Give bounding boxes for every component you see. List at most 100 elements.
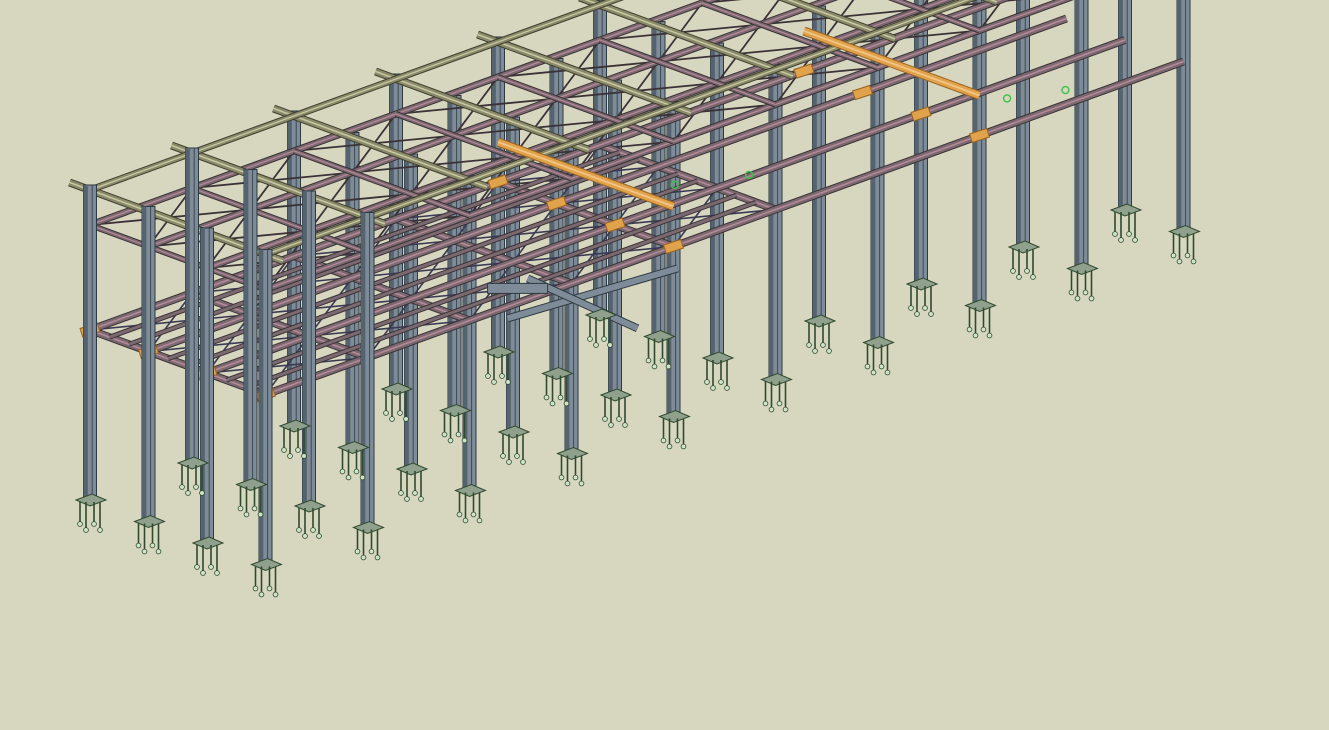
base-plate-anchor-nut	[185, 490, 191, 496]
base-plate-anchor-nut	[578, 480, 585, 487]
base-plate-anchor-nut	[237, 505, 244, 512]
base-plate-anchor-nut	[194, 564, 200, 570]
base-plate-anchor-nut	[1184, 252, 1191, 259]
base-plate-anchor-nut	[870, 369, 877, 376]
base-plate-anchor-nut	[266, 585, 273, 592]
base-plate-anchor-nut	[806, 342, 812, 348]
base-plate-anchor-nut	[718, 379, 724, 385]
steel-column	[243, 169, 258, 485]
base-plate	[964, 298, 997, 339]
base-plate-anchor-nut	[149, 542, 156, 549]
base-plate	[191, 536, 225, 576]
base-plate-anchor-nut	[441, 431, 448, 438]
base-plate-anchor-nut	[1030, 274, 1036, 280]
base-plate-anchor-nut	[251, 505, 258, 512]
base-plate-anchor-nut	[1016, 274, 1022, 280]
base-plate-anchor-nut	[607, 342, 613, 348]
steel-column	[83, 184, 97, 501]
bolt-marker	[1002, 94, 1012, 103]
base-plate-anchor-nut	[1068, 289, 1075, 296]
steel-column-flange-shade	[142, 206, 147, 522]
base-plate-anchor-nut	[680, 443, 687, 450]
base-plate-anchor-nut	[368, 548, 375, 555]
bolt-marker	[1061, 85, 1070, 95]
base-plate	[1007, 240, 1041, 280]
base-plate-anchor-nut	[601, 336, 607, 342]
base-plate-anchor-nut	[398, 490, 404, 496]
steel-column	[1074, 0, 1089, 269]
base-plate	[599, 388, 633, 428]
base-plate-anchor-nut	[505, 379, 511, 385]
base-plate-anchor-nut	[456, 511, 463, 518]
base-plate-anchor-nut	[724, 385, 730, 391]
base-plate-anchor-nut	[272, 591, 279, 598]
steel-column	[914, 0, 928, 285]
base-plate	[250, 557, 283, 598]
base-plate-anchor-nut	[980, 326, 987, 333]
base-plate-anchor-nut	[135, 542, 142, 549]
steel-column-flange-shade	[259, 249, 264, 565]
steel-column-flange-shade	[973, 0, 978, 306]
base-plate	[74, 493, 108, 533]
base-plate	[133, 514, 166, 555]
steel-column-flange-shade	[302, 191, 307, 506]
base-plate-anchor-nut	[301, 453, 307, 459]
base-plate	[1109, 203, 1143, 243]
base-plate-anchor-nut	[199, 490, 205, 496]
base-plate-anchor-nut	[302, 533, 308, 539]
steel-column-flange-shade	[1118, 0, 1123, 210]
base-plate-anchor-nut	[499, 373, 505, 379]
steel-column-flange-shade	[1177, 0, 1182, 232]
base-plate-anchor-nut	[864, 363, 871, 370]
base-plate-anchor-nut	[608, 422, 614, 428]
base-plate-anchor-nut	[520, 459, 526, 465]
base-plate-anchor-nut	[666, 443, 673, 450]
base-plate-anchor-nut	[243, 511, 250, 518]
base-plate-anchor-nut	[812, 348, 818, 354]
base-plate	[293, 499, 327, 539]
base-plate	[1168, 224, 1201, 265]
base-plate-anchor-nut	[83, 527, 89, 533]
base-plate-anchor-nut	[404, 496, 410, 502]
base-plate-anchor-nut	[645, 357, 652, 364]
base-plate-anchor-nut	[141, 548, 148, 555]
base-plate-anchor-nut	[1118, 237, 1124, 243]
base-plate-anchor-nut	[514, 453, 520, 459]
base-plate-anchor-nut	[1010, 268, 1016, 274]
base-plate-anchor-nut	[258, 591, 265, 598]
base-plate-anchor-nut	[878, 363, 885, 370]
base-plate-anchor-nut	[1170, 252, 1177, 259]
base-plate	[760, 372, 793, 413]
base-plate-anchor-nut	[77, 521, 83, 527]
base-plate-anchor-nut	[543, 394, 550, 401]
base-plate-anchor-nut	[776, 400, 783, 407]
base-plate-anchor-nut	[462, 517, 469, 524]
base-plate-anchor-nut	[403, 416, 409, 422]
base-plate-anchor-nut	[966, 326, 973, 333]
base-plate-anchor-nut	[252, 585, 259, 592]
base-plate-anchor-nut	[1074, 295, 1081, 302]
steel-column-flange-shade	[914, 0, 919, 284]
structural-3d-viewport[interactable]	[0, 0, 1329, 730]
base-plate-anchor-nut	[208, 564, 214, 570]
base-plate-anchor-nut	[500, 453, 506, 459]
base-plate-anchor-nut	[476, 517, 483, 524]
base-plate	[803, 314, 837, 354]
base-plate-anchor-nut	[354, 548, 361, 555]
steel-column	[1118, 0, 1132, 211]
base-plate-anchor-nut	[762, 400, 769, 407]
base-plate	[556, 446, 589, 487]
base-plate	[497, 425, 531, 465]
base-plate-anchor-nut	[616, 416, 622, 422]
base-plate-anchor-nut	[1132, 237, 1138, 243]
base-plate-anchor-nut	[564, 480, 571, 487]
base-plate-anchor-nut	[986, 332, 993, 339]
base-plate-anchor-nut	[257, 511, 264, 518]
base-plate-anchor-nut	[97, 527, 103, 533]
base-plate-anchor-nut	[704, 379, 710, 385]
base-plate-anchor-nut	[659, 357, 666, 364]
steel-column-flange-shade	[769, 64, 774, 380]
base-plate-anchor-nut	[296, 527, 302, 533]
base-plate-anchor-nut	[200, 570, 206, 576]
base-plate-anchor-nut	[1088, 295, 1095, 302]
